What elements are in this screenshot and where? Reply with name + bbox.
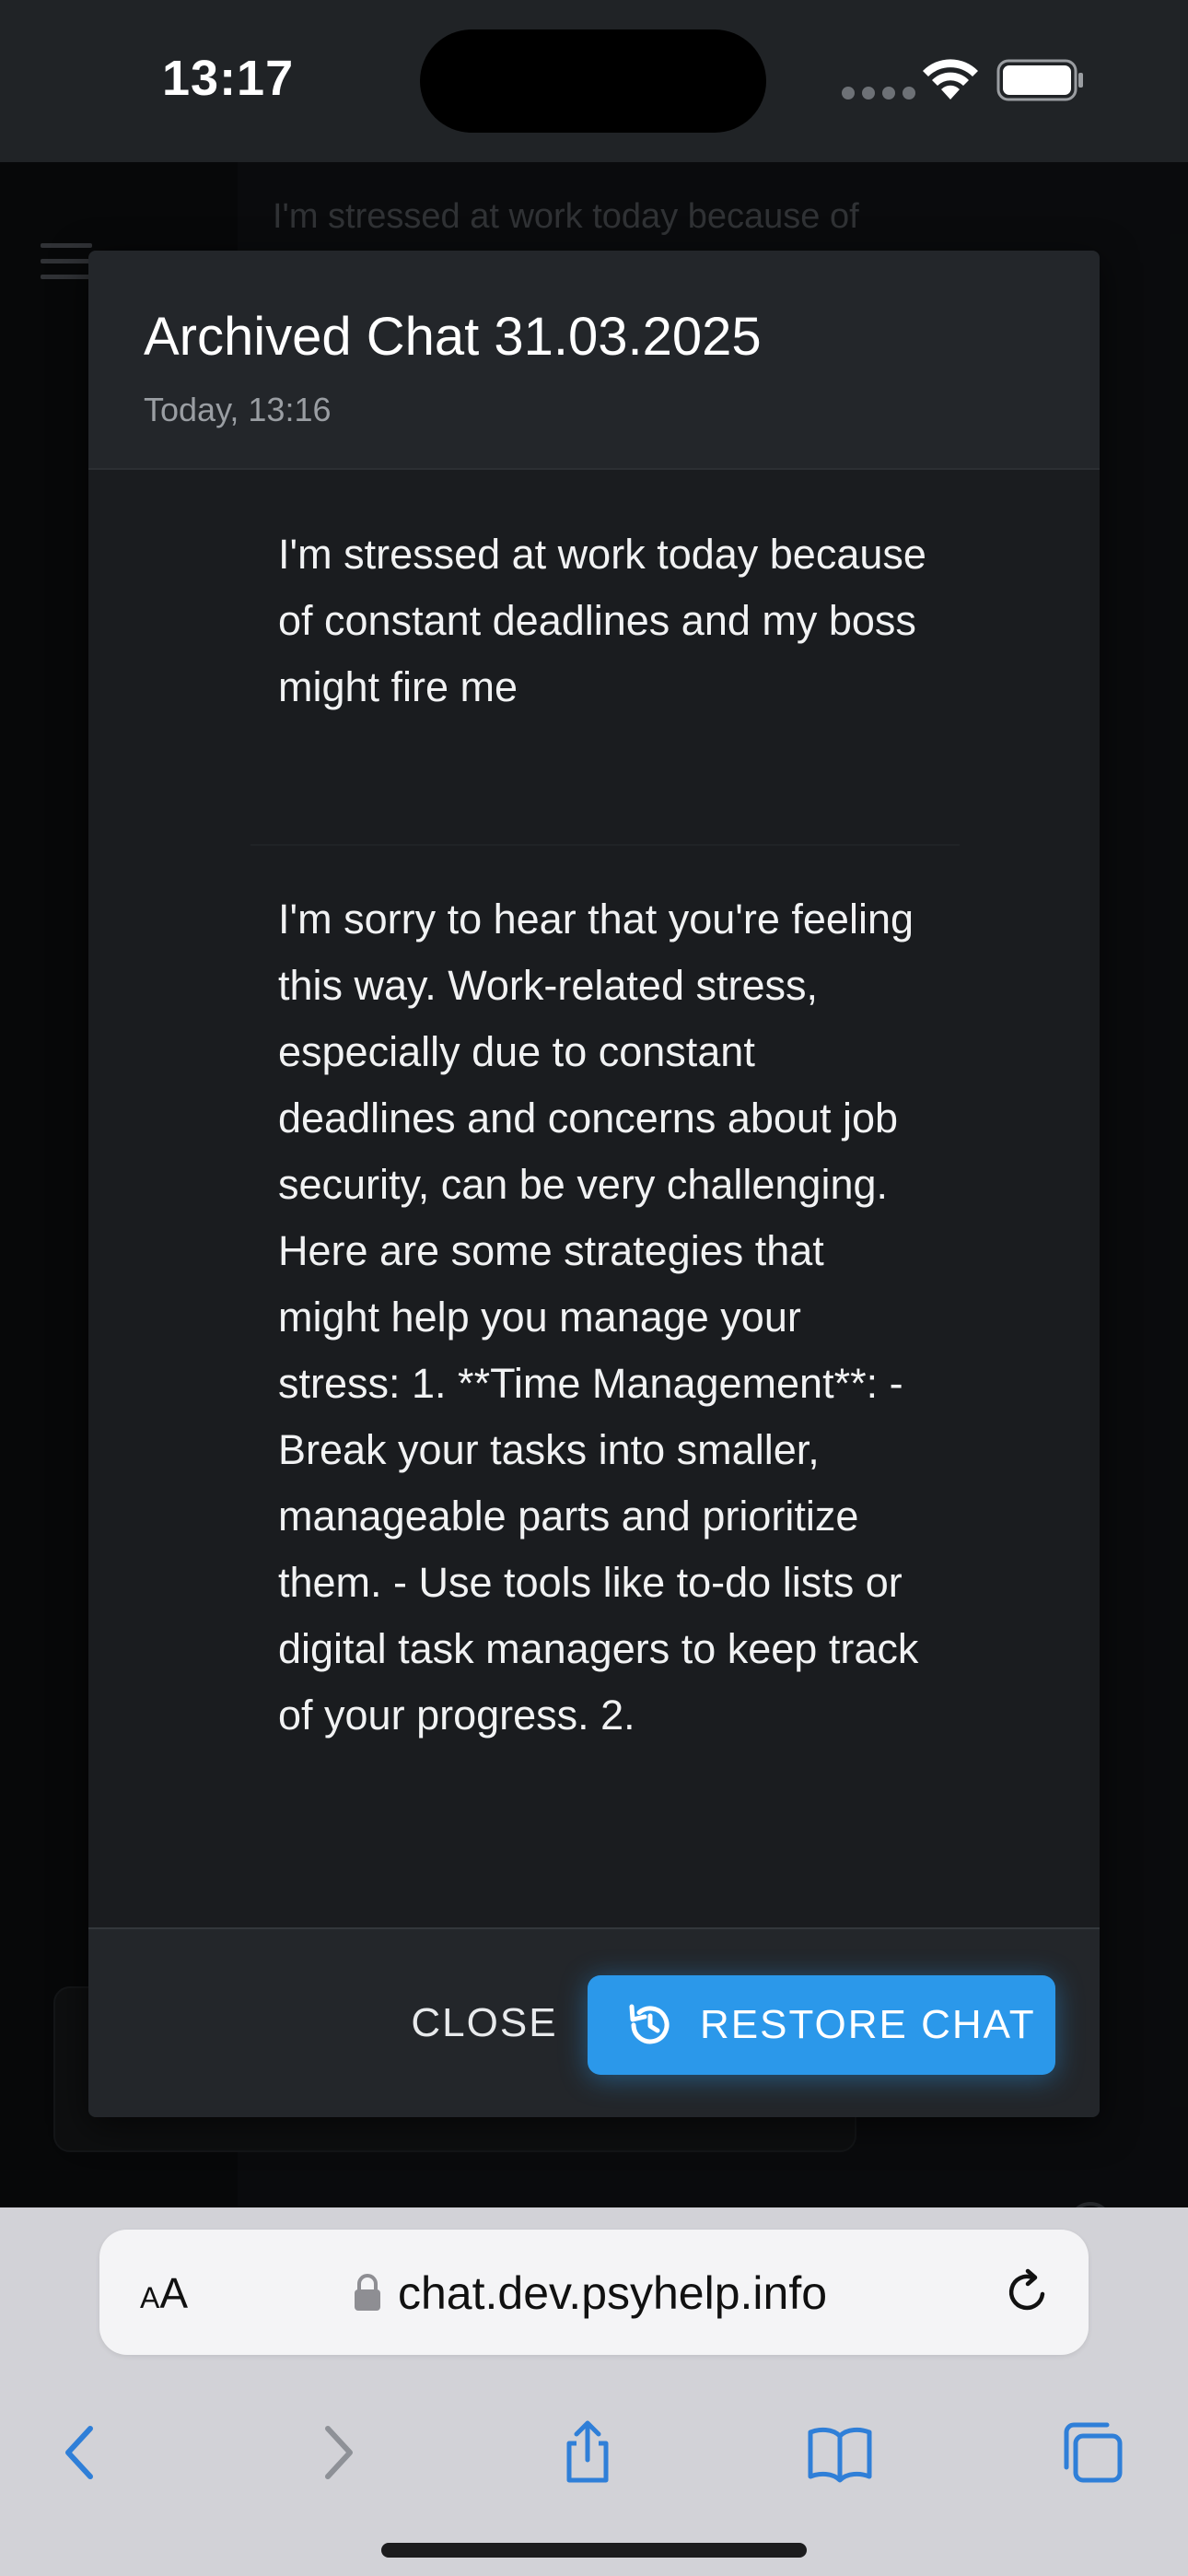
url-text: chat.dev.psyhelp.info: [398, 2267, 828, 2319]
aa-small: A: [140, 2281, 160, 2314]
restore-chat-button[interactable]: RESTORE CHAT: [588, 1975, 1055, 2075]
status-time: 13:17: [162, 51, 295, 106]
back-icon[interactable]: [48, 2419, 114, 2486]
browser-toolbar: AA chat.dev.psyhelp.info: [0, 2207, 1188, 2576]
address-bar[interactable]: AA chat.dev.psyhelp.info: [99, 2230, 1089, 2355]
restore-chat-label: RESTORE CHAT: [700, 2002, 1036, 2047]
forward-icon[interactable]: [304, 2419, 370, 2486]
dialog-subtitle: Today, 13:16: [144, 391, 332, 428]
reader-aa-button[interactable]: AA: [140, 2268, 188, 2318]
home-indicator[interactable]: [381, 2543, 807, 2558]
archived-chat-dialog: Archived Chat 31.03.2025 Today, 13:16 I'…: [88, 251, 1100, 2117]
user-message: I'm stressed at work today because of co…: [278, 531, 926, 710]
dialog-header: Archived Chat 31.03.2025 Today, 13:16: [88, 251, 1100, 470]
dialog-body[interactable]: I'm stressed at work today because of co…: [88, 470, 1100, 2117]
wifi-icon: [923, 59, 978, 100]
share-icon[interactable]: [554, 2419, 621, 2486]
dialog-title: Archived Chat 31.03.2025: [144, 307, 762, 367]
reload-icon[interactable]: [1002, 2266, 1054, 2318]
aa-large: A: [159, 2269, 189, 2317]
assistant-message: I'm sorry to hear that you're feeling th…: [278, 896, 919, 1739]
dynamic-island: [420, 29, 766, 133]
lock-icon: [355, 2274, 380, 2311]
close-button[interactable]: CLOSE: [402, 1996, 567, 2051]
cellular-signal-icon: [842, 87, 915, 100]
status-bar: 13:17: [0, 0, 1188, 162]
dialog-footer: CLOSE RESTORE CHAT: [88, 1927, 1100, 2117]
screen: 13:17 I'm stressed at work today because…: [0, 0, 1188, 2576]
battery-icon: [996, 59, 1083, 101]
bookmarks-icon[interactable]: [807, 2419, 873, 2486]
message-divider: [250, 844, 960, 846]
history-restore-icon: [629, 2004, 670, 2044]
tabs-icon[interactable]: [1059, 2419, 1125, 2486]
